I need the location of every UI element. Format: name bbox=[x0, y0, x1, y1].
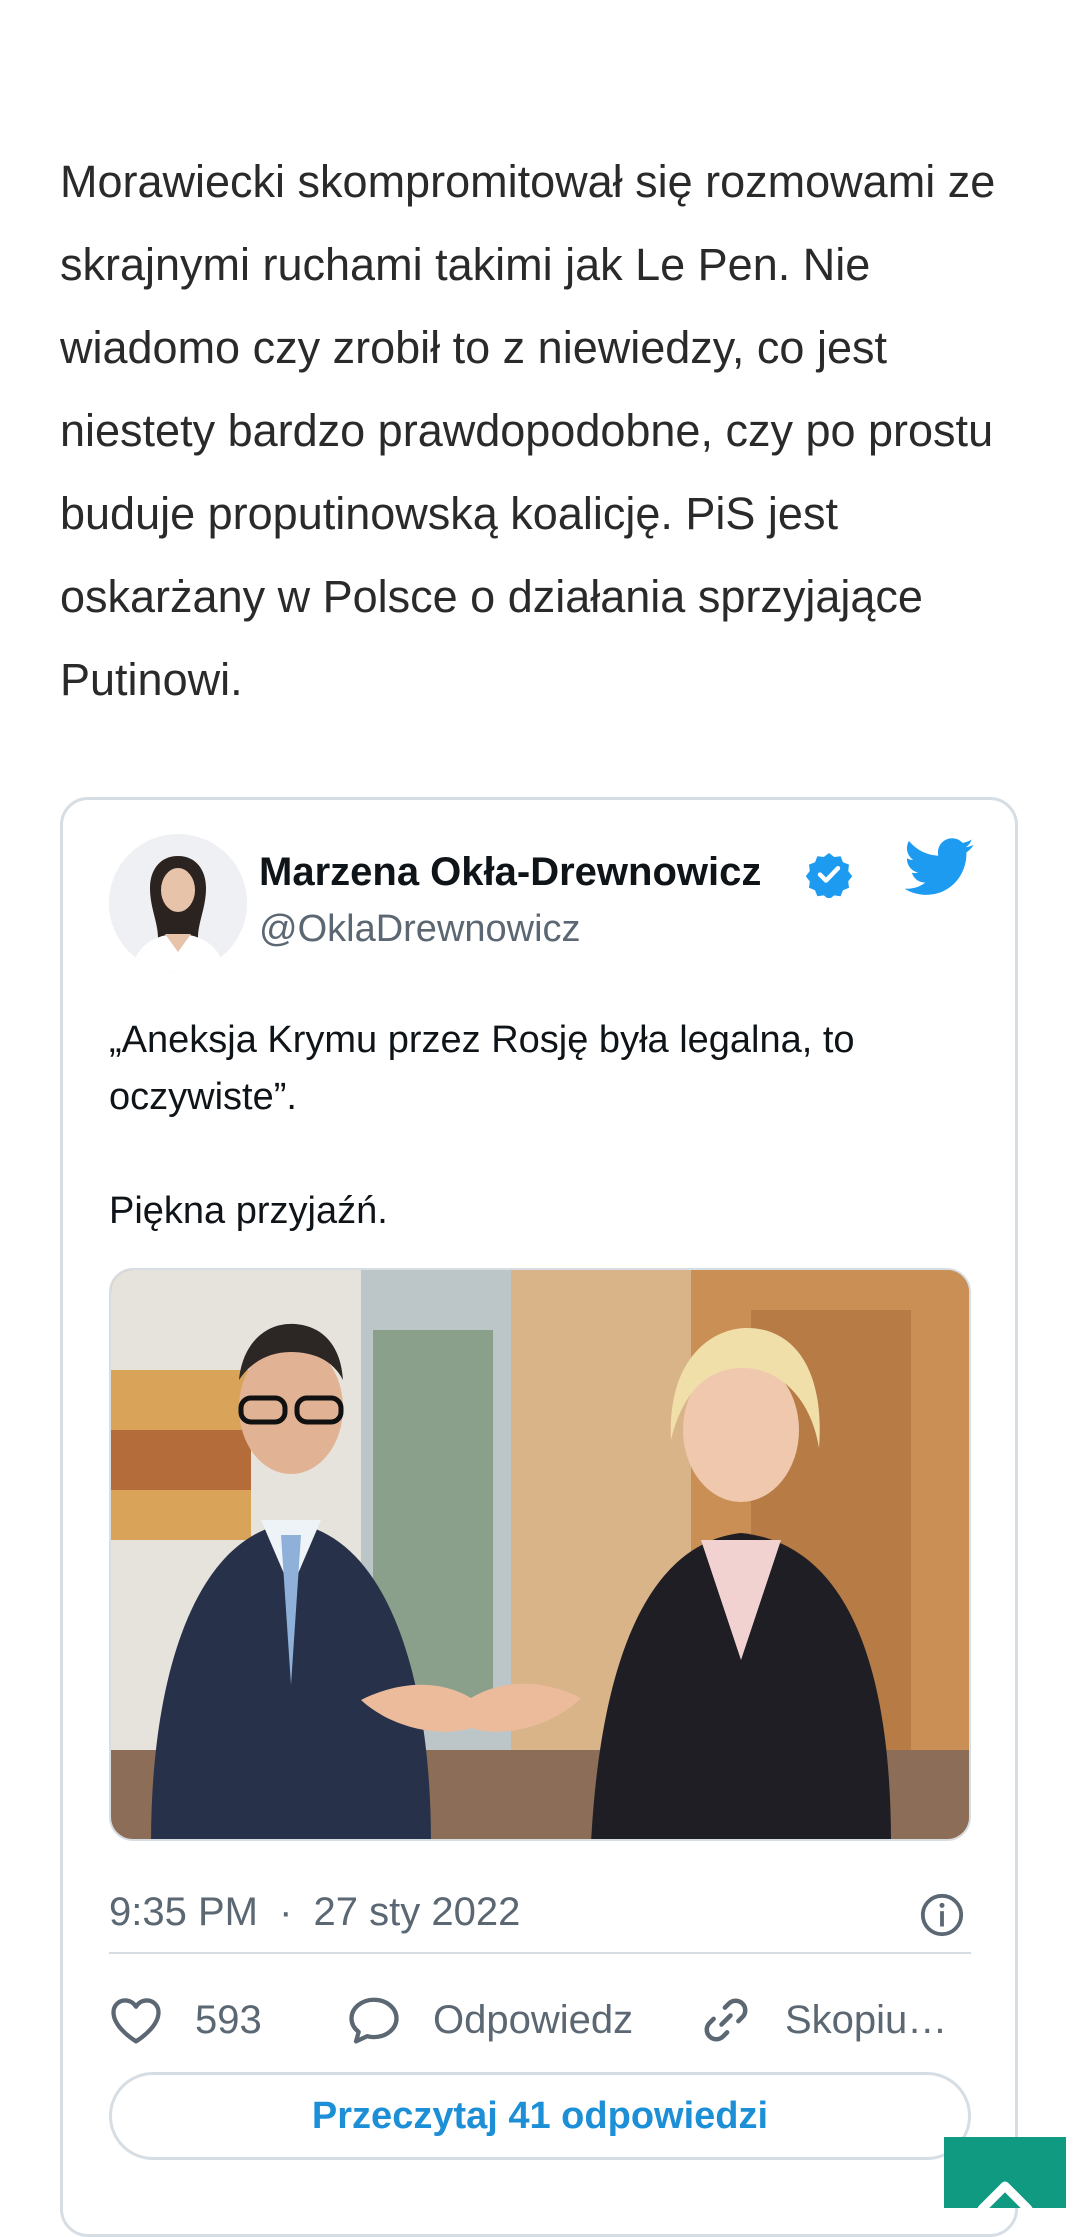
tweet-author-handle[interactable]: @OklaDrewnowicz bbox=[259, 908, 581, 951]
info-icon[interactable] bbox=[919, 1892, 965, 1938]
like-count: 593 bbox=[195, 1997, 262, 2042]
copy-link-button[interactable]: Skopiu… bbox=[699, 1980, 947, 2060]
copy-link-label: Skopiu… bbox=[785, 1997, 948, 2042]
timestamp-separator: · bbox=[279, 1890, 293, 1934]
heart-icon bbox=[111, 1998, 161, 2044]
twitter-bird-icon[interactable] bbox=[905, 838, 975, 896]
tweet-author-name[interactable]: Marzena Okła-Drewnowicz bbox=[259, 850, 761, 895]
reply-button[interactable]: Odpowiedz bbox=[347, 1980, 633, 2060]
tweet-text: „Aneksja Krymu przez Rosję była legalna,… bbox=[109, 1019, 855, 1232]
scroll-to-top-button[interactable] bbox=[944, 2137, 1066, 2214]
tweet-time: 9:35 PM bbox=[109, 1890, 258, 1934]
tweet-date: 27 sty 2022 bbox=[313, 1890, 521, 1934]
tweet-divider bbox=[109, 1952, 971, 1954]
reply-label: Odpowiedz bbox=[433, 1997, 634, 2042]
tweet-timestamp[interactable]: 9:35 PM · 27 sty 2022 bbox=[109, 1890, 520, 1935]
like-button[interactable]: 593 bbox=[109, 1980, 262, 2060]
article-paragraph: Morawiecki skompromitował się rozmowami … bbox=[60, 156, 996, 705]
chevron-up-icon bbox=[977, 2181, 1033, 2214]
read-replies-button[interactable]: Przeczytaj 41 odpowiedzi bbox=[109, 2072, 971, 2160]
embedded-tweet[interactable]: Marzena Okła-Drewnowicz @OklaDrewnowicz … bbox=[60, 797, 1018, 2237]
tweet-photo[interactable] bbox=[109, 1268, 971, 1841]
verified-badge-icon bbox=[805, 853, 853, 898]
reply-bubble-icon bbox=[349, 1997, 399, 2044]
tweet-actions: 593 Odpowiedz Skopiu… bbox=[109, 1980, 971, 2060]
author-avatar[interactable] bbox=[109, 834, 247, 972]
link-icon bbox=[704, 1998, 748, 2042]
